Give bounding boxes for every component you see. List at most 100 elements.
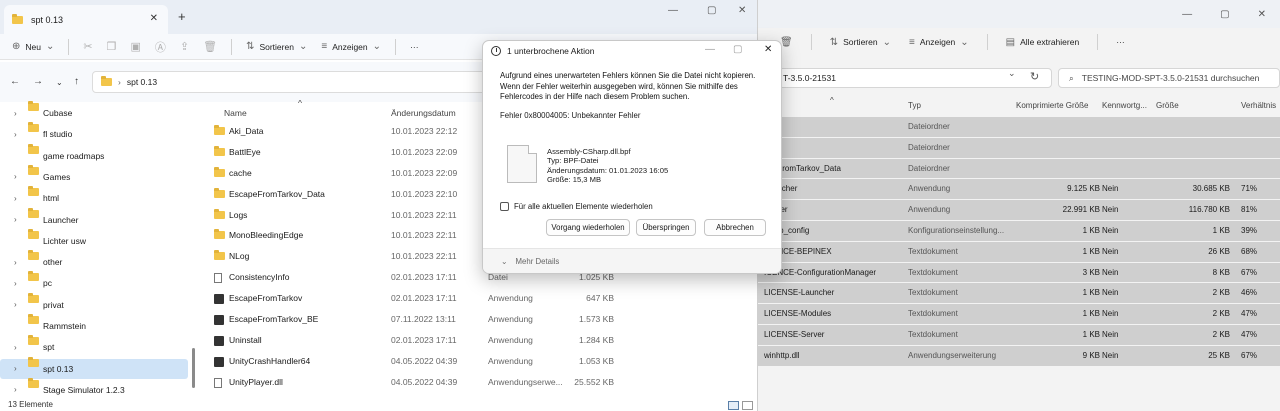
new-button[interactable]: ⊕ Neu ⌄ — [12, 41, 54, 52]
folder-icon — [214, 187, 225, 198]
sidebar-item[interactable]: › Launcher — [0, 207, 188, 230]
chevron-right-icon[interactable]: › — [14, 130, 17, 139]
zip-row[interactable]: winhttp.dll Anwendungserweiterung 9 KB Nein… — [740, 345, 1280, 367]
sidebar-item[interactable]: › fl studio — [0, 122, 188, 144]
minimize-icon[interactable]: — — [1182, 9, 1192, 20]
zip-row[interactable]: ServerAnwendung22.991 KBNein116.780 KB81… — [740, 200, 1280, 221]
minimize-icon[interactable]: — — [705, 44, 715, 55]
retry-button[interactable]: Vorgang wiederholen — [546, 219, 630, 236]
tiles-view-icon[interactable] — [742, 401, 753, 410]
more-details-toggle[interactable]: ⌄ Mehr Details — [501, 257, 559, 266]
column-password[interactable]: Kennwortg... — [1102, 101, 1147, 110]
up-icon[interactable]: ↑ — [74, 76, 79, 87]
zip-path-field[interactable]: T-3.5.0-21531 — [740, 68, 1052, 88]
cancel-button[interactable]: Abbrechen — [704, 219, 766, 236]
zip-search-input[interactable]: ⌕ TESTING-MOD-SPT-3.5.0-21531 durchsuche… — [1058, 68, 1280, 88]
view-button[interactable]: ≡ Anzeigen ⌄ — [909, 37, 969, 48]
chevron-right-icon[interactable]: › — [14, 194, 17, 203]
breadcrumb[interactable]: spt 0.13 — [127, 77, 157, 87]
maximize-icon[interactable]: ▢ — [707, 5, 716, 16]
sidebar-item[interactable]: › privat — [0, 292, 188, 315]
rename-icon[interactable]: Ⓐ — [155, 39, 166, 55]
extract-all-button[interactable]: ▤ Alle extrahieren — [1006, 37, 1080, 48]
copy-icon[interactable]: ❐ — [107, 40, 117, 53]
sidebar-item[interactable]: game roadmaps — [0, 143, 188, 166]
sidebar-item[interactable]: Rammstein — [0, 314, 188, 336]
chevron-right-icon[interactable]: › — [14, 364, 17, 373]
chevron-right-icon[interactable]: › — [14, 385, 17, 394]
minimize-icon[interactable]: — — [668, 5, 678, 16]
sort-button[interactable]: ⇅ Sortieren ⌄ — [830, 37, 891, 48]
column-size[interactable]: Größe — [1156, 101, 1179, 110]
zip-row[interactable]: nExDateiordner — [740, 137, 1280, 159]
close-icon[interactable]: ✕ — [764, 44, 772, 55]
file-date: 10.01.2023 22:09 — [391, 167, 458, 178]
sidebar-item-label: fl studio — [43, 129, 73, 140]
zip-row[interactable]: ICENCE-BEPINEX Textdokument 1 KB Nein 26 KB 6… — [740, 241, 1280, 263]
zip-row[interactable]: DataDateiordner — [740, 117, 1280, 138]
zip-row[interactable]: LICENSE-Modules Textdokument 1 KB Nein 2 KB 4… — [740, 304, 1280, 325]
zip-cell-password: Nein — [1102, 350, 1119, 360]
zip-row[interactable]: ICENCE-ConfigurationManager Textdokument 3… — [740, 262, 1280, 284]
recent-chevron-icon[interactable]: ⌄ — [56, 78, 63, 87]
checkbox-box[interactable] — [500, 202, 509, 211]
column-type[interactable]: Typ — [908, 101, 921, 110]
sidebar-item[interactable]: › pc — [0, 271, 188, 293]
sidebar-item[interactable]: › spt 0.13 — [0, 356, 188, 379]
more-options-button[interactable]: ··· — [410, 42, 419, 52]
refresh-icon[interactable]: ↻ — [1030, 70, 1039, 83]
cut-icon[interactable]: ✂ — [83, 40, 92, 53]
dialog-footer: ⌄ Mehr Details — [483, 248, 781, 273]
chevron-right-icon[interactable]: › — [14, 300, 17, 309]
sort-button[interactable]: ⇅ Sortieren ⌄ — [246, 41, 307, 52]
zip-row[interactable]: apeFromTarkov_Data Dateiordner — [740, 158, 1280, 180]
file-row[interactable]: UnityCrashHandler64 04.05.2022 04:39 Anwen… — [200, 351, 756, 372]
file-row[interactable]: EscapeFromTarkov 02.01.2023 17:11 Anwendun… — [200, 288, 756, 309]
maximize-icon[interactable]: ▢ — [733, 44, 742, 55]
tab-spt-013[interactable]: spt 0.13 ✕ — [4, 5, 168, 34]
zip-row[interactable]: LICENSE-Server Textdokument 1 KB Nein 2 KB 47… — [740, 324, 1280, 346]
zip-row[interactable]: estop_config Konfigurationseinstellung...… — [740, 220, 1280, 242]
chevron-right-icon[interactable]: › — [14, 258, 17, 267]
file-row[interactable]: EscapeFromTarkov_BE 07.11.2022 13:11 Anwen… — [200, 309, 756, 330]
file-row[interactable]: Uninstall 02.01.2023 17:11 Anwendung 1.284 … — [200, 330, 756, 351]
address-bar[interactable]: › spt 0.13 — [92, 71, 492, 93]
close-icon[interactable]: ✕ — [738, 5, 746, 16]
close-tab-icon[interactable]: ✕ — [150, 13, 158, 24]
details-view-icon[interactable] — [728, 401, 739, 410]
column-name[interactable]: Name — [224, 108, 247, 118]
column-modified[interactable]: Änderungsdatum — [391, 108, 456, 118]
chevron-right-icon[interactable]: › — [14, 109, 17, 118]
column-ratio[interactable]: Verhältnis — [1241, 101, 1276, 110]
sidebar-scrollbar[interactable] — [192, 348, 195, 388]
share-icon[interactable]: ⇪ — [180, 40, 189, 53]
forward-icon[interactable]: → — [33, 76, 43, 87]
sidebar-item[interactable]: Lichter usw — [0, 228, 188, 251]
file-row[interactable]: UnityPlayer.dll 04.05.2022 04:39 Anwendung… — [200, 372, 756, 393]
back-icon[interactable]: ← — [10, 76, 20, 87]
view-button[interactable]: ≡ Anzeigen ⌄ — [321, 41, 381, 52]
paste-icon[interactable]: ▣ — [130, 40, 140, 53]
sidebar-item[interactable]: › Cubase — [0, 101, 188, 123]
sidebar-item[interactable]: › Games — [0, 164, 188, 187]
zip-row[interactable]: LauncherAnwendung9.125 KBNein30.685 KB71… — [740, 179, 1280, 201]
chevron-down-icon[interactable]: ⌄ — [1008, 68, 1016, 79]
new-tab-icon[interactable]: + — [178, 9, 186, 24]
column-compressed[interactable]: Komprimierte Größe — [1016, 101, 1088, 110]
chevron-right-icon[interactable]: › — [14, 215, 17, 224]
more-options-button[interactable]: ··· — [1116, 37, 1125, 47]
close-icon[interactable]: ✕ — [1258, 9, 1266, 20]
chevron-right-icon[interactable]: › — [14, 279, 17, 288]
maximize-icon[interactable]: ▢ — [1220, 9, 1229, 20]
skip-button[interactable]: Überspringen — [636, 219, 696, 236]
repeat-all-checkbox[interactable]: Für alle aktuellen Elemente wiederholen — [500, 202, 653, 211]
zip-row[interactable]: LICENSE-Launcher Textdokument 1 KB Nein 2 KB… — [740, 283, 1280, 305]
delete-icon[interactable]: 🗑 — [203, 40, 217, 53]
chevron-right-icon[interactable]: › — [14, 172, 17, 181]
zip-cell-ratio: 67% — [1241, 267, 1258, 277]
chevron-right-icon[interactable]: › — [14, 343, 17, 352]
sidebar-item[interactable]: › spt — [0, 335, 188, 357]
sidebar-item[interactable]: › html — [0, 186, 188, 208]
sidebar-item[interactable]: › other — [0, 250, 188, 272]
sidebar-item[interactable]: › Stage Simulator 1.2.3 — [0, 377, 188, 400]
